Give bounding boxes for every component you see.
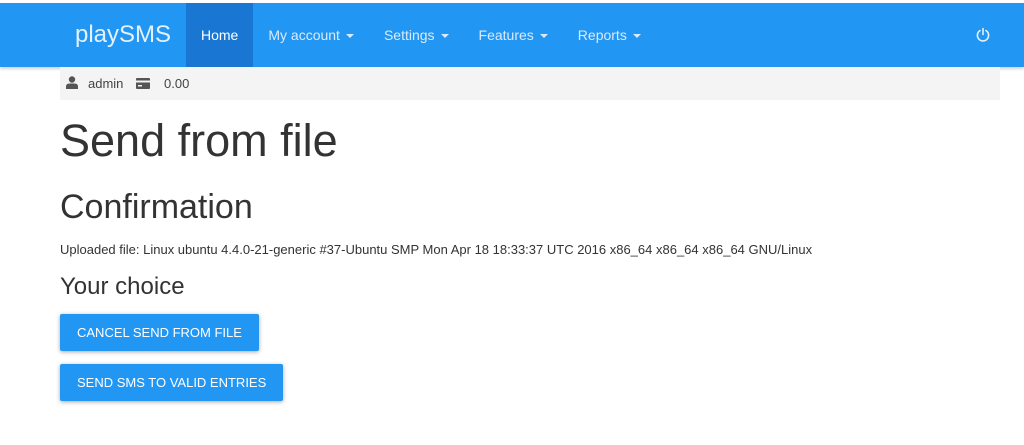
main-nav: Home My account Settings Features Report… [186,3,656,67]
power-icon[interactable] [975,27,991,43]
caret-down-icon [440,34,449,39]
page-title: Send from file [60,115,338,166]
brand-logo[interactable]: playSMS [75,3,171,67]
cancel-send-button[interactable]: Cancel send from file [60,314,259,351]
uploaded-file-info: Uploaded file: Linux ubuntu 4.4.0-21-gen… [60,242,813,257]
nav-item-reports[interactable]: Reports [563,3,656,67]
nav-item-label: Reports [577,27,627,43]
nav-item-label: My account [268,27,340,43]
caret-down-icon [632,34,641,39]
user-info-bar: admin 0.00 [60,67,1000,100]
credit-balance: 0.00 [164,76,190,91]
nav-item-features[interactable]: Features [464,3,563,67]
nav-item-my-account[interactable]: My account [253,3,369,67]
top-navbar: playSMS Home My account Settings Feature… [0,3,1024,67]
send-sms-button[interactable]: Send SMS to valid entries [60,364,284,401]
nav-item-label: Features [478,27,534,43]
section-title: Confirmation [60,188,253,226]
username[interactable]: admin [88,67,123,100]
caret-down-icon [539,34,548,39]
nav-item-label: Home [201,27,239,43]
nav-item-home[interactable]: Home [186,3,254,67]
caret-down-icon [345,34,354,39]
choice-heading: Your choice [60,273,185,300]
credit-card-icon [136,77,150,92]
user-icon [66,76,78,92]
nav-item-settings[interactable]: Settings [369,3,464,67]
nav-item-label: Settings [383,27,435,43]
